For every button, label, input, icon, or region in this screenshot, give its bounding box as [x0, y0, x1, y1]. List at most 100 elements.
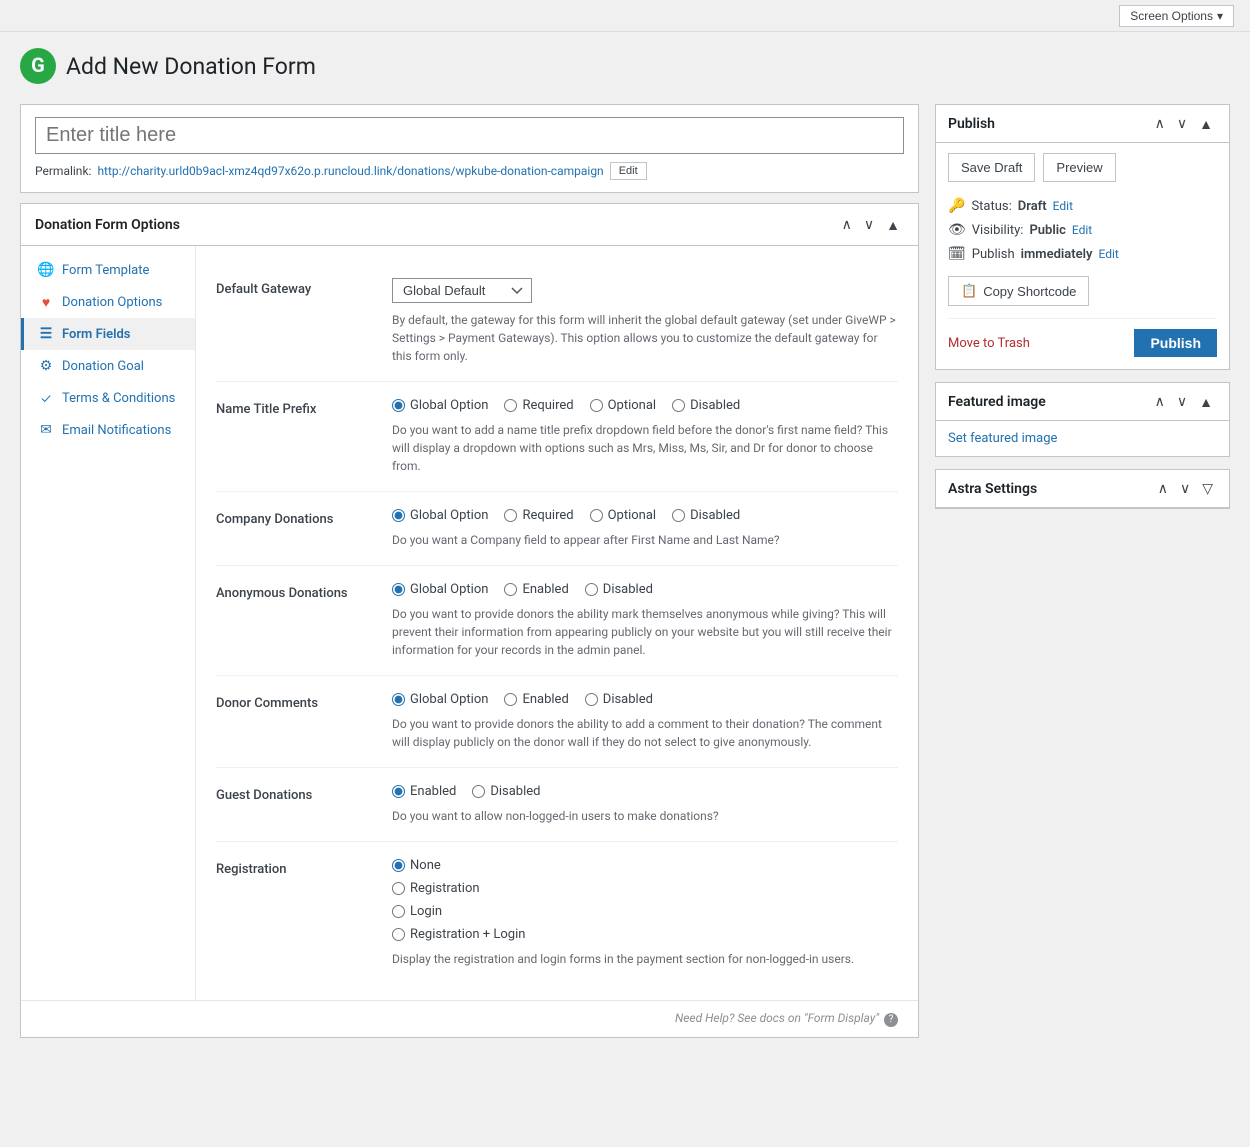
featured-image-toggle-button[interactable]: ▲	[1195, 391, 1217, 412]
radio-option-disabled-dc[interactable]: Disabled	[585, 692, 653, 707]
publish-panel-header: Publish ∧ ∨ ▲	[936, 105, 1229, 143]
radio-option-disabled-gd[interactable]: Disabled	[472, 784, 540, 799]
radio-option-disabled-ad[interactable]: Disabled	[585, 582, 653, 597]
copy-shortcode-button[interactable]: 📋 Copy Shortcode	[948, 276, 1089, 306]
radio-login-reg[interactable]	[392, 905, 405, 918]
sidebar-item-donation-options[interactable]: ♥ Donation Options	[21, 286, 195, 318]
set-featured-image-link[interactable]: Set featured image	[948, 431, 1057, 446]
move-to-trash-link[interactable]: Move to Trash	[948, 336, 1030, 351]
sidebar-item-donation-goal[interactable]: ⚙ Donation Goal	[21, 350, 195, 382]
field-controls-donor-comments: Global Option Enabled Disabled Do you wa…	[392, 692, 898, 751]
radio-registration-login-reg[interactable]	[392, 928, 405, 941]
radio-registration-reg[interactable]	[392, 882, 405, 895]
field-label-registration: Registration	[216, 858, 376, 968]
publish-button[interactable]: Publish	[1134, 329, 1217, 357]
field-row-default-gateway: Default Gateway Global Default Stripe Pa…	[216, 262, 898, 382]
astra-up-button[interactable]: ∧	[1154, 478, 1172, 499]
radio-disabled-cd[interactable]	[672, 509, 685, 522]
radio-enabled-gd[interactable]	[392, 785, 405, 798]
radio-global-option-ad[interactable]	[392, 583, 405, 596]
permalink-link[interactable]: http://charity.urld0b9acl-xmz4qd97x62o.p…	[97, 164, 603, 178]
radio-global-option-dc[interactable]	[392, 693, 405, 706]
preview-button[interactable]: Preview	[1043, 153, 1115, 182]
radio-optional-cd[interactable]	[590, 509, 603, 522]
radio-disabled-gd[interactable]	[472, 785, 485, 798]
permalink-edit-button[interactable]: Edit	[610, 162, 647, 180]
radio-required-ntp[interactable]	[504, 399, 517, 412]
nav-label-terms-conditions: Terms & Conditions	[62, 391, 175, 406]
help-icon: ?	[884, 1013, 898, 1027]
radio-option-optional-ntp[interactable]: Optional	[590, 398, 656, 413]
radio-option-global-option-dc[interactable]: Global Option	[392, 692, 488, 707]
publish-panel-up-button[interactable]: ∧	[1151, 113, 1169, 134]
panel-collapse-down-button[interactable]: ∨	[860, 214, 878, 235]
field-row-company-donations: Company Donations Global Option Required	[216, 492, 898, 566]
radio-disabled-ntp[interactable]	[672, 399, 685, 412]
radio-global-option-cd[interactable]	[392, 509, 405, 522]
radio-option-global-option-ntp[interactable]: Global Option	[392, 398, 488, 413]
anonymous-donations-desc: Do you want to provide donors the abilit…	[392, 605, 898, 659]
sidebar-item-email-notifications[interactable]: ✉ Email Notifications	[21, 414, 195, 446]
publish-panel-toggle-button[interactable]: ▲	[1195, 113, 1217, 134]
form-title-input[interactable]: WPKube Donation Campaign	[35, 117, 904, 154]
radio-option-required-cd[interactable]: Required	[504, 508, 573, 523]
save-draft-button[interactable]: Save Draft	[948, 153, 1035, 182]
form-template-icon: 🌐	[38, 262, 54, 278]
radio-enabled-ad[interactable]	[504, 583, 517, 596]
radio-option-disabled-ntp[interactable]: Disabled	[672, 398, 740, 413]
panel-collapse-up-button[interactable]: ∧	[838, 214, 856, 235]
radio-option-global-option-ad[interactable]: Global Option	[392, 582, 488, 597]
radio-required-cd[interactable]	[504, 509, 517, 522]
donation-goal-icon: ⚙	[38, 358, 54, 374]
publish-time-edit-link[interactable]: Edit	[1098, 247, 1118, 261]
visibility-row: 👁 Visibility: Public Edit	[948, 218, 1217, 242]
publish-time-label: Publish	[972, 247, 1015, 262]
field-row-registration: Registration None Registration	[216, 842, 898, 984]
radio-option-none-reg[interactable]: None	[392, 858, 898, 873]
right-column: Publish ∧ ∨ ▲ Save Draft Preview 🔑 Statu…	[935, 104, 1230, 1038]
radio-option-enabled-dc[interactable]: Enabled	[504, 692, 568, 707]
visibility-value: Public	[1029, 223, 1065, 238]
astra-down-button[interactable]: ∨	[1176, 478, 1194, 499]
astra-settings-title: Astra Settings	[948, 481, 1037, 497]
field-controls-name-title-prefix: Global Option Required Optional Disabled	[392, 398, 898, 475]
copy-icon: 📋	[961, 283, 977, 299]
radio-disabled-dc[interactable]	[585, 693, 598, 706]
radio-option-global-option-cd[interactable]: Global Option	[392, 508, 488, 523]
sidebar-item-form-template[interactable]: 🌐 Form Template	[21, 254, 195, 286]
radio-disabled-ad[interactable]	[585, 583, 598, 596]
astra-toggle-button[interactable]: ▽	[1198, 478, 1217, 499]
radio-option-required-ntp[interactable]: Required	[504, 398, 573, 413]
visibility-edit-link[interactable]: Edit	[1072, 223, 1092, 237]
radio-option-login-reg[interactable]: Login	[392, 904, 898, 919]
radio-option-disabled-cd[interactable]: Disabled	[672, 508, 740, 523]
radio-group-company-donations: Global Option Required Optional Disabled	[392, 508, 898, 523]
publish-time-value: immediately	[1021, 247, 1093, 262]
sidebar-item-form-fields[interactable]: ☰ Form Fields	[21, 318, 195, 350]
astra-settings-panel: Astra Settings ∧ ∨ ▽	[935, 469, 1230, 509]
page-header: G Add New Donation Form	[0, 32, 1250, 94]
radio-global-option-ntp[interactable]	[392, 399, 405, 412]
featured-image-down-button[interactable]: ∨	[1173, 391, 1191, 412]
panel-toggle-button[interactable]: ▲	[882, 214, 904, 235]
registration-desc: Display the registration and login forms…	[392, 950, 898, 968]
publish-panel-down-button[interactable]: ∨	[1173, 113, 1191, 134]
sidebar-item-terms-conditions[interactable]: ✓ Terms & Conditions	[21, 382, 195, 414]
radio-none-reg[interactable]	[392, 859, 405, 872]
featured-image-up-button[interactable]: ∧	[1151, 391, 1169, 412]
publish-actions: Save Draft Preview	[948, 153, 1217, 182]
screen-options-button[interactable]: Screen Options ▾	[1119, 5, 1234, 27]
radio-optional-ntp[interactable]	[590, 399, 603, 412]
radio-option-optional-cd[interactable]: Optional	[590, 508, 656, 523]
radio-option-registration-reg[interactable]: Registration	[392, 881, 898, 896]
radio-enabled-dc[interactable]	[504, 693, 517, 706]
status-edit-link[interactable]: Edit	[1053, 199, 1073, 213]
radio-group-anonymous-donations: Global Option Enabled Disabled	[392, 582, 898, 597]
panel-footer: Need Help? See docs on "Form Display" ?	[21, 1000, 918, 1037]
radio-option-enabled-gd[interactable]: Enabled	[392, 784, 456, 799]
radio-option-enabled-ad[interactable]: Enabled	[504, 582, 568, 597]
main-layout: WPKube Donation Campaign Permalink: http…	[0, 94, 1250, 1058]
default-gateway-select[interactable]: Global Default Stripe PayPal	[392, 278, 532, 303]
publish-time-row: 🗓 Publish immediately Edit	[948, 242, 1217, 266]
radio-option-registration-login-reg[interactable]: Registration + Login	[392, 927, 898, 942]
